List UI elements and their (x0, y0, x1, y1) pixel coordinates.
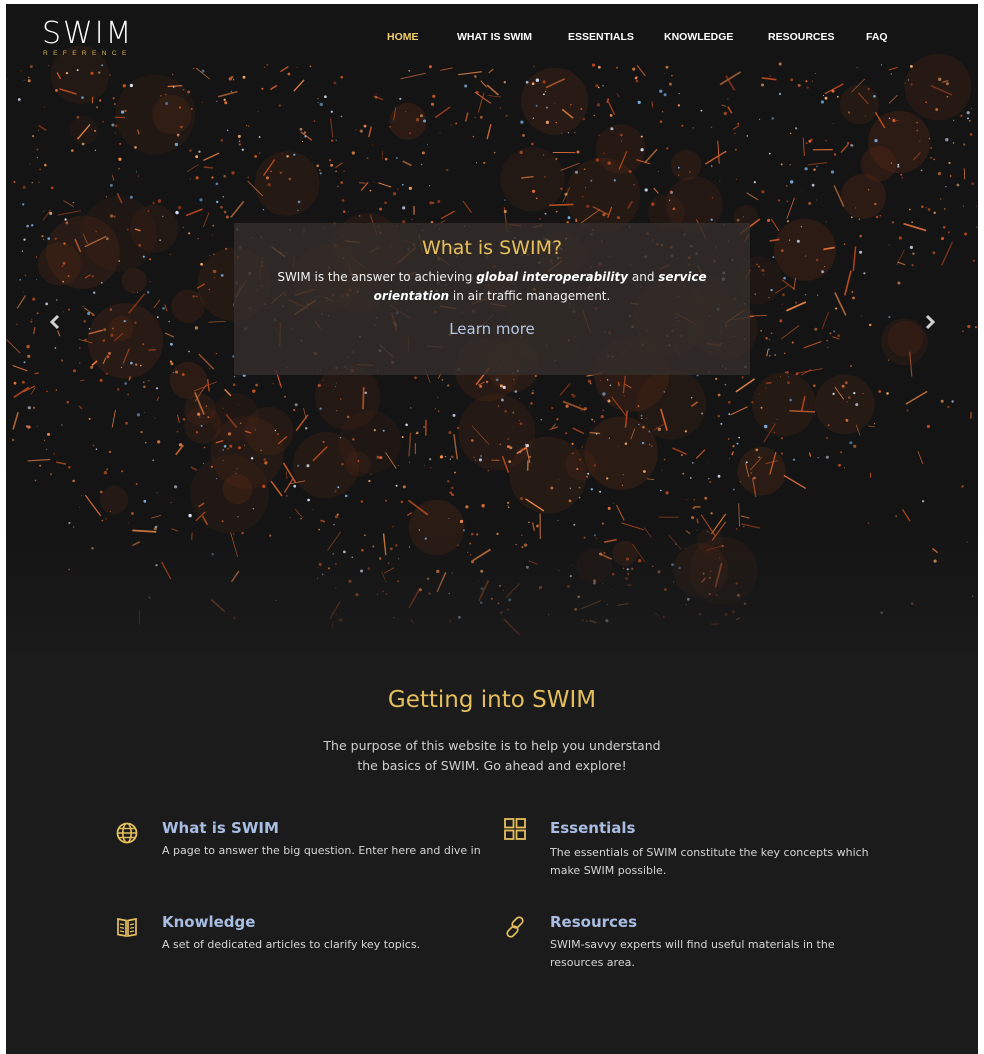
feature-title[interactable]: Essentials (550, 819, 635, 837)
chevron-left-icon (49, 314, 60, 330)
nav-item-knowledge[interactable]: KNOWLEDGE (664, 31, 733, 43)
nav-item-what-is-swim[interactable]: WHAT IS SWIM (457, 31, 532, 43)
carousel-next-button[interactable] (920, 309, 940, 335)
carousel-text-part: and (628, 270, 659, 284)
page: SWIM REFERENCE HOME WHAT IS SWIM ESSENTI… (6, 4, 978, 1054)
feature-description: A set of dedicated articles to clarify k… (162, 938, 421, 951)
section-intro-text: The purpose of this website is to help y… (323, 738, 661, 773)
carousel-text-part: SWIM is the answer to achieving (277, 270, 477, 284)
section-title: Getting into SWIM (387, 687, 597, 713)
chevron-right-icon (925, 314, 936, 330)
feature-description: SWIM-savvy experts will find useful mate… (550, 938, 835, 969)
logo-tagline: REFERENCE (43, 50, 132, 57)
carousel-prev-button[interactable] (45, 309, 65, 335)
grid-icon (504, 818, 526, 840)
hero-fade (6, 524, 978, 654)
nav-item-resources[interactable]: RESOURCES (768, 31, 835, 43)
nav-item-faq[interactable]: FAQ (866, 31, 888, 43)
carousel-emphasis-interoperability: global interoperability (476, 270, 629, 284)
nav-item-essentials[interactable]: ESSENTIALS (568, 31, 634, 43)
feature-title[interactable]: What is SWIM (162, 819, 279, 837)
nav-item-home[interactable]: HOME (387, 31, 419, 43)
link-icon (506, 916, 524, 938)
feature-title[interactable]: Knowledge (162, 913, 255, 931)
carousel-caption: What is SWIM? SWIM is the answer to achi… (234, 223, 750, 375)
carousel-title: What is SWIM? (421, 237, 563, 259)
main-nav: HOME WHAT IS SWIM ESSENTIALS KNOWLEDGE R… (6, 31, 978, 47)
learn-more-link[interactable]: Learn more (449, 320, 535, 338)
book-icon (117, 917, 137, 938)
feature-description: A page to answer the big question. Enter… (162, 844, 481, 857)
carousel-text: SWIM is the answer to achieving global i… (272, 268, 712, 306)
carousel-text-part: in air traffic management. (449, 289, 611, 303)
feature-title[interactable]: Resources (550, 913, 637, 931)
globe-icon (116, 822, 138, 844)
feature-description: The essentials of SWIM constitute the ke… (550, 846, 869, 877)
